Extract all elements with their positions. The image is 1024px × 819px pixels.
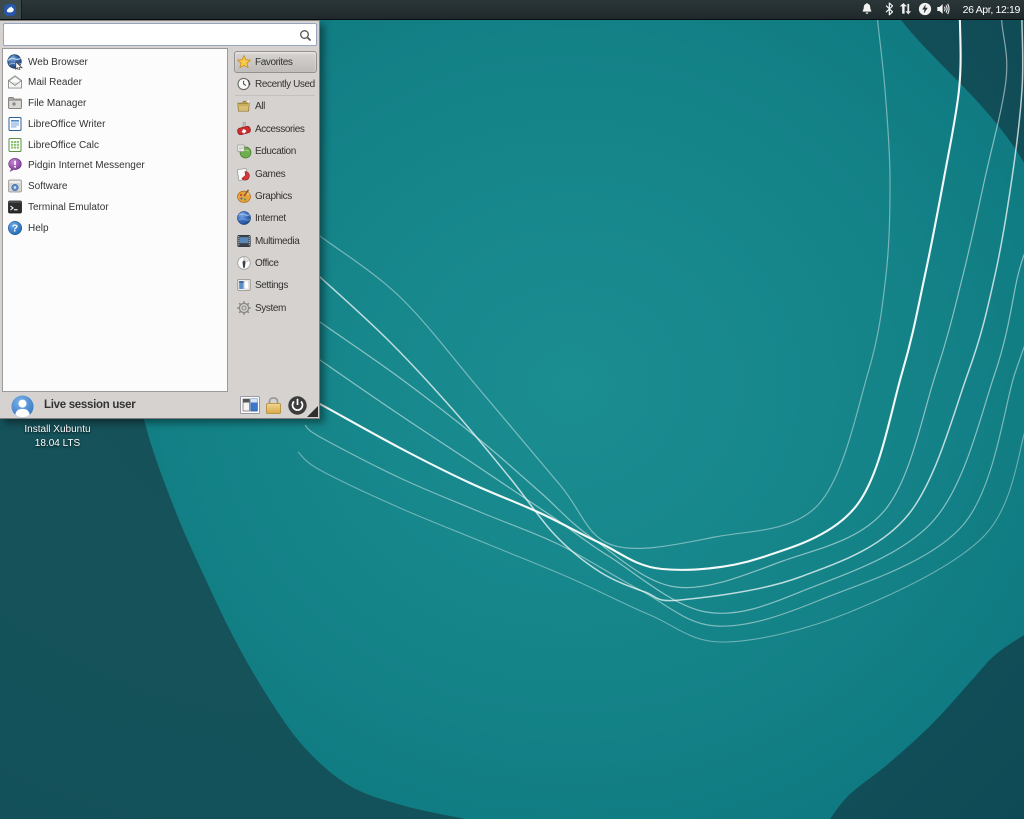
svg-text:?: ? xyxy=(12,222,18,234)
